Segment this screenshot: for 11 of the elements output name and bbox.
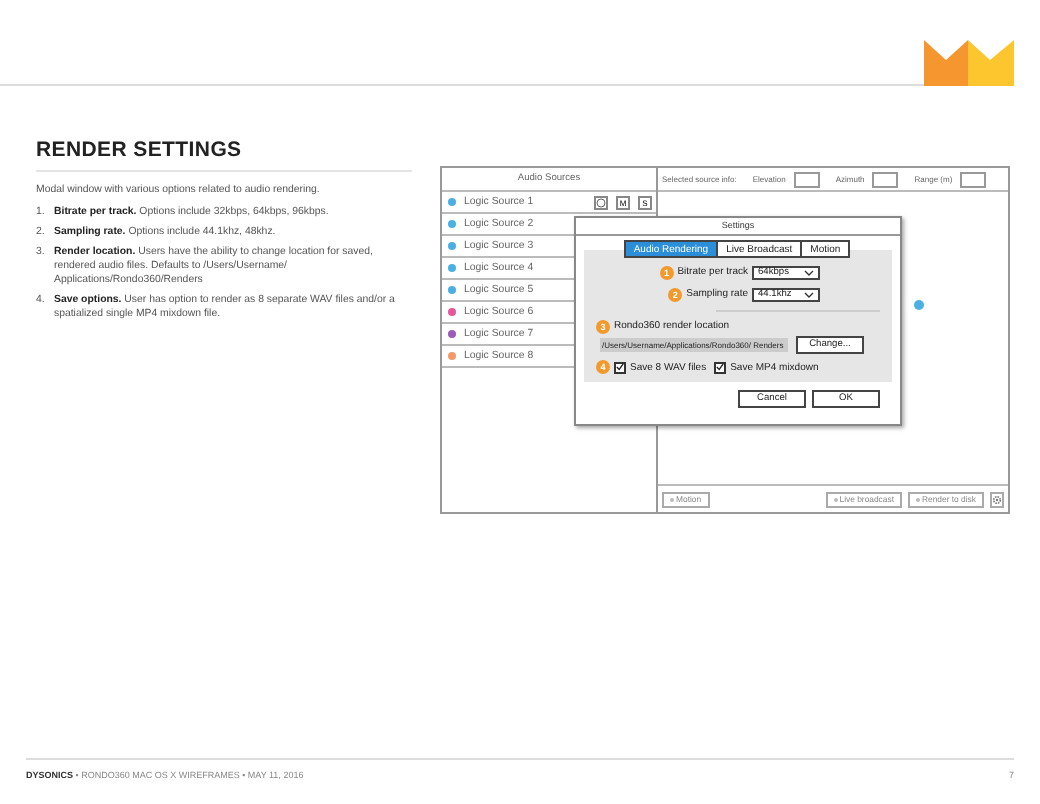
source-dot[interactable] — [914, 300, 924, 310]
input-field[interactable] — [960, 171, 987, 187]
input-field[interactable] — [872, 171, 899, 187]
checkbox[interactable] — [714, 361, 727, 373]
section-title: RENDER SETTINGS — [36, 138, 412, 172]
settings-icon[interactable] — [990, 491, 1004, 507]
caret-icon — [804, 269, 814, 275]
checkbox[interactable] — [614, 361, 626, 373]
input-field[interactable] — [793, 171, 820, 187]
caret-icon — [804, 291, 814, 297]
crown-logo — [924, 40, 1014, 86]
